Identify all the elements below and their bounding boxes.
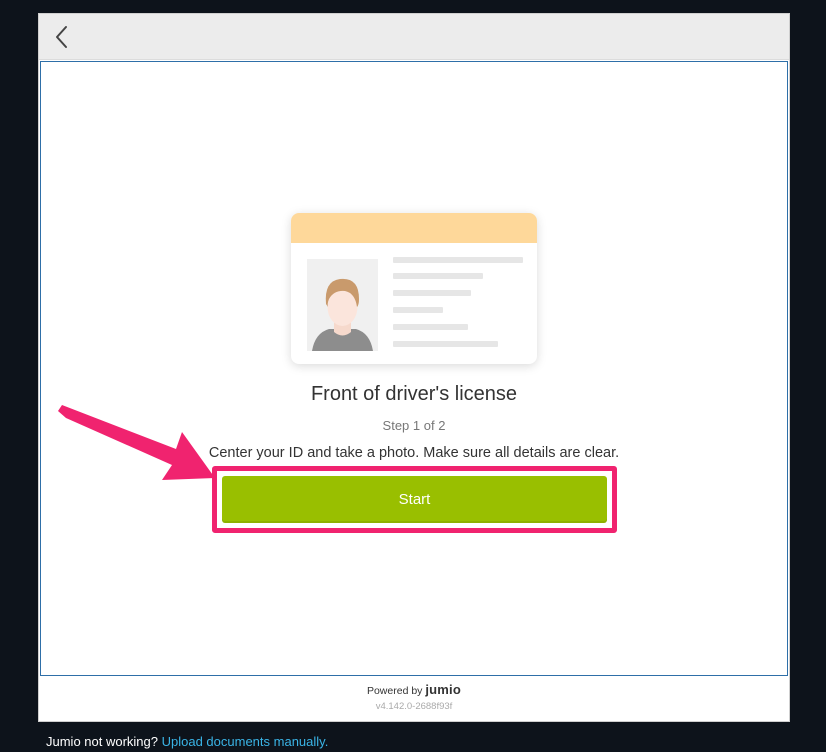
page-title: Front of driver's license	[310, 383, 518, 405]
footer-prompt: Jumio not working?	[46, 734, 158, 749]
powered-by-label: Powered by	[366, 685, 423, 697]
powered-by: Powered by jumio	[39, 682, 789, 697]
drivers-license-illustration	[291, 213, 537, 364]
license-text-line	[393, 290, 471, 296]
instructions-text: Center your ID and take a photo. Make su…	[208, 445, 620, 461]
upload-manually-link[interactable]: Upload documents manually.	[162, 734, 329, 749]
license-photo-icon	[307, 259, 378, 351]
version-label: v4.142.0-2688f93f	[375, 701, 453, 712]
capture-panel: Front of driver's license Step 1 of 2 Ce…	[40, 61, 788, 676]
license-text-line	[393, 324, 468, 330]
license-card-header	[291, 213, 537, 243]
chevron-left-icon	[56, 26, 67, 48]
verification-frame: Front of driver's license Step 1 of 2 Ce…	[38, 13, 790, 722]
license-text-line	[393, 273, 483, 279]
back-button[interactable]	[51, 24, 75, 50]
jumio-logo: jumio	[425, 682, 462, 697]
footer: Jumio not working? Upload documents manu…	[46, 734, 328, 749]
step-indicator: Step 1 of 2	[382, 418, 446, 433]
top-bar	[39, 14, 789, 60]
license-text-line	[393, 307, 443, 313]
start-button[interactable]: Start	[222, 476, 607, 523]
license-text-line	[393, 341, 498, 347]
license-text-line	[393, 257, 523, 263]
